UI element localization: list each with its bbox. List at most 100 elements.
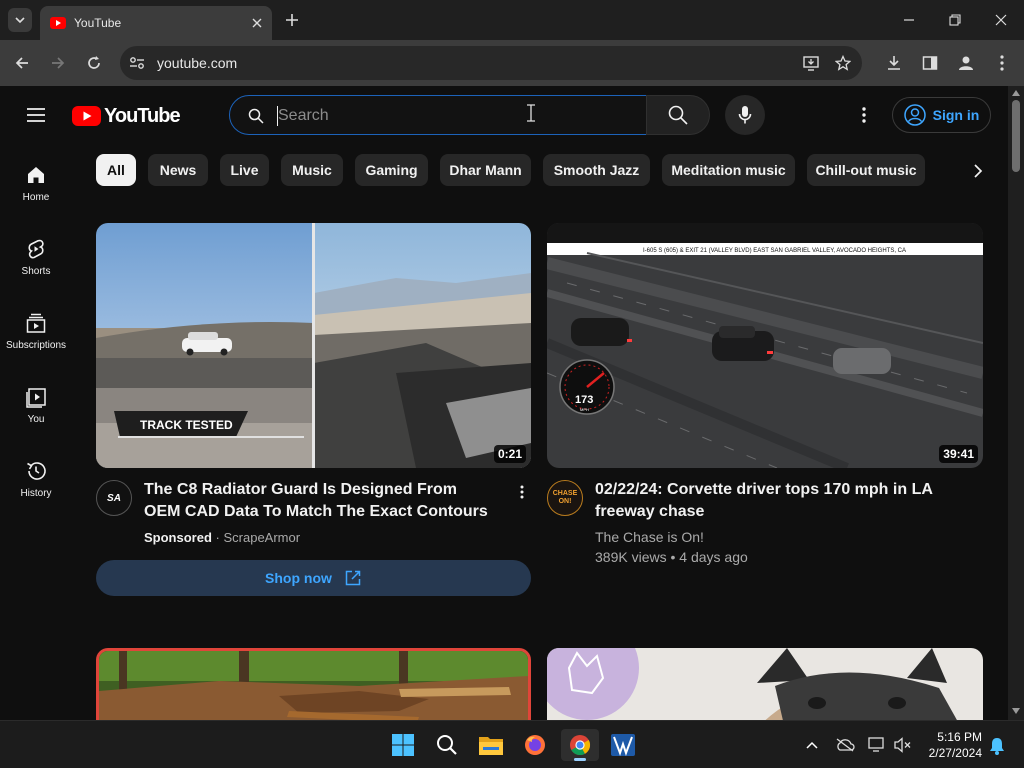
sidebar-item-label: History <box>20 488 52 499</box>
video-thumbnail-c8-radiator[interactable]: TRACK TESTED 0:21 <box>96 223 531 468</box>
meta-separator: • <box>670 549 680 565</box>
sign-in-button[interactable]: Sign in <box>892 97 991 133</box>
browser-tab-strip: YouTube <box>0 0 1024 40</box>
you-icon <box>25 386 47 408</box>
reload-icon[interactable] <box>82 51 106 75</box>
chip-smooth-jazz[interactable]: Smooth Jazz <box>543 154 650 186</box>
youtube-page: YouTube Search Sign in All News Live Mus… <box>0 86 1008 720</box>
video-stats: 389K views • 4 days ago <box>595 549 748 565</box>
file-explorer-icon[interactable] <box>475 729 507 761</box>
search-input[interactable]: Search <box>229 95 647 135</box>
url-text: youtube.com <box>157 55 238 71</box>
app-icon[interactable] <box>607 729 639 761</box>
chip-live[interactable]: Live <box>220 154 269 186</box>
scroll-up-arrow-icon[interactable] <box>1012 90 1020 96</box>
windows-start-icon[interactable] <box>387 729 419 761</box>
shop-now-button[interactable]: Shop now <box>96 560 531 596</box>
sidebar-item-history[interactable]: History <box>0 460 72 530</box>
channel-avatar[interactable]: CHASE ON! <box>547 480 583 516</box>
forward-icon[interactable] <box>46 51 70 75</box>
chip-music[interactable]: Music <box>281 154 343 186</box>
upload-age: 4 days ago <box>679 549 748 565</box>
chrome-icon[interactable] <box>561 729 599 761</box>
video-title[interactable]: 02/22/24: Corvette driver tops 170 mph i… <box>595 479 940 523</box>
system-clock[interactable]: 5:16 PM 2/27/2024 <box>922 729 982 761</box>
shop-now-label: Shop now <box>265 570 332 586</box>
account-circle-icon <box>903 104 926 126</box>
voice-search-button[interactable] <box>725 95 765 135</box>
sidebar-item-subscriptions[interactable]: Subscriptions <box>0 312 72 382</box>
settings-more-icon[interactable] <box>852 102 876 128</box>
sidebar-item-label: Subscriptions <box>5 340 67 351</box>
download-icon[interactable] <box>882 51 906 75</box>
volume-muted-icon[interactable] <box>892 735 914 755</box>
video-thumbnail-corvette-chase[interactable]: I-605 S (605) & EXIT 21 (VALLEY BLVD) EA… <box>547 223 983 468</box>
sidebar-item-home[interactable]: Home <box>0 164 72 234</box>
network-icon[interactable] <box>866 735 888 755</box>
video-thumbnail-forest-dig[interactable] <box>96 648 531 720</box>
search-button-icon <box>668 105 688 125</box>
home-icon <box>25 164 47 186</box>
chips-next-arrow-icon[interactable] <box>962 156 994 186</box>
active-app-indicator <box>574 758 586 761</box>
install-app-icon[interactable] <box>802 54 820 72</box>
window-close-icon[interactable] <box>988 8 1014 32</box>
notification-bell-icon[interactable] <box>986 735 1008 757</box>
screen: YouTube youtube.com YouTube Search Sign … <box>0 0 1024 768</box>
chip-dhar-mann[interactable]: Dhar Mann <box>440 154 531 186</box>
browser-menu-icon[interactable] <box>990 51 1014 75</box>
thumbnail-banner-text: I-605 S (605) & EXIT 21 (VALLEY BLVD) EA… <box>643 248 906 254</box>
tray-chevron-up-icon[interactable] <box>802 735 822 755</box>
search-icon <box>246 106 266 126</box>
minimize-icon[interactable] <box>896 8 922 32</box>
sidebar-item-you[interactable]: You <box>0 386 72 456</box>
view-count: 389K views <box>595 549 667 565</box>
address-bar[interactable]: youtube.com <box>120 46 862 80</box>
tab-title: YouTube <box>74 16 122 30</box>
video-title[interactable]: The C8 Radiator Guard Is Designed From O… <box>144 479 490 523</box>
side-panel-icon[interactable] <box>918 51 942 75</box>
avatar-text: SA <box>107 492 121 504</box>
sign-in-label: Sign in <box>932 107 980 123</box>
bookmark-star-icon[interactable] <box>834 54 852 72</box>
speedometer-unit: MPH <box>580 407 589 412</box>
firefox-icon[interactable] <box>519 729 551 761</box>
guide-menu-icon[interactable] <box>22 102 50 128</box>
sponsored-label: Sponsored <box>144 530 212 545</box>
video-duration: 0:21 <box>493 445 526 463</box>
tab-close-icon[interactable] <box>252 18 262 28</box>
chip-chill-out-music[interactable]: Chill-out music <box>807 154 925 186</box>
chip-news[interactable]: News <box>148 154 208 186</box>
thumbnail-image: I-605 S (605) & EXIT 21 (VALLEY BLVD) EA… <box>547 223 983 468</box>
channel-avatar[interactable]: SA <box>96 480 132 516</box>
maximize-icon[interactable] <box>942 8 968 32</box>
scroll-down-arrow-icon[interactable] <box>1012 708 1020 714</box>
chip-meditation-music[interactable]: Meditation music <box>662 154 795 186</box>
browser-toolbar: youtube.com <box>0 40 1024 86</box>
search-button[interactable] <box>646 95 710 135</box>
chip-gaming[interactable]: Gaming <box>355 154 428 186</box>
youtube-favicon <box>50 17 66 29</box>
browser-tab[interactable]: YouTube <box>40 6 272 40</box>
youtube-logo[interactable]: YouTube <box>72 105 181 127</box>
clock-time: 5:16 PM <box>937 730 982 744</box>
tab-search-icon[interactable] <box>8 8 32 32</box>
chip-all[interactable]: All <box>96 154 136 186</box>
channel-name[interactable]: The Chase is On! <box>595 529 704 545</box>
profile-icon[interactable] <box>954 51 978 75</box>
page-scrollbar[interactable] <box>1008 86 1024 720</box>
new-tab-icon[interactable] <box>282 10 302 30</box>
sidebar-item-shorts[interactable]: Shorts <box>0 238 72 308</box>
back-icon[interactable] <box>10 51 34 75</box>
onedrive-icon[interactable] <box>834 735 856 755</box>
thumbnail-image <box>547 648 983 720</box>
speedometer-value: 173 <box>575 394 593 406</box>
scrollbar-thumb[interactable] <box>1012 100 1020 172</box>
video-thumbnail-dog[interactable] <box>547 648 983 720</box>
channel-name[interactable]: ScrapeArmor <box>223 530 300 545</box>
history-icon <box>25 460 47 482</box>
site-info-icon[interactable] <box>128 54 146 72</box>
taskbar-search-icon[interactable] <box>431 729 463 761</box>
more-actions-icon[interactable] <box>514 482 530 502</box>
video-duration: 39:41 <box>939 445 978 463</box>
